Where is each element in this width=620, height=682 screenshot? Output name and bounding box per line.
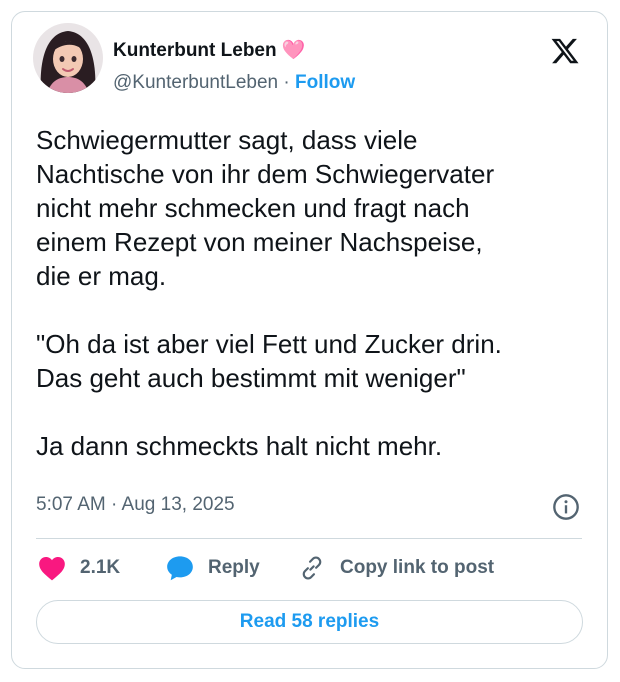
x-logo-icon[interactable] — [549, 36, 581, 66]
like-button[interactable]: 2.1K — [38, 554, 120, 582]
read-replies-button[interactable]: Read 58 replies — [36, 600, 583, 644]
like-count: 2.1K — [80, 557, 121, 578]
heart-icon — [39, 557, 65, 581]
reply-label: Reply — [208, 557, 260, 578]
reply-button[interactable]: Reply — [166, 554, 260, 582]
avatar[interactable] — [33, 23, 103, 93]
speech-bubble-icon — [167, 556, 193, 581]
link-icon — [302, 556, 322, 580]
copy-link-label: Copy link to post — [340, 557, 495, 578]
author-display-name[interactable]: Kunterbunt Leben 🩷 — [113, 38, 306, 62]
handle-separator: · — [278, 72, 295, 93]
tweet-timestamp[interactable]: 5:07 AM · Aug 13, 2025 — [36, 494, 235, 516]
follow-button[interactable]: Follow — [295, 72, 355, 93]
read-replies-label: Read 58 replies — [239, 611, 380, 632]
avatar-illustration — [33, 23, 103, 93]
author-handle-row: @KunterbuntLeben · Follow — [113, 72, 355, 94]
copy-link-button[interactable]: Copy link to post — [298, 554, 494, 582]
divider — [36, 538, 582, 539]
info-icon[interactable] — [552, 493, 580, 521]
tweet-text: Schwiegermutter sagt, dass viele Nachtis… — [36, 125, 502, 461]
author-handle[interactable]: @KunterbuntLeben — [113, 72, 278, 93]
